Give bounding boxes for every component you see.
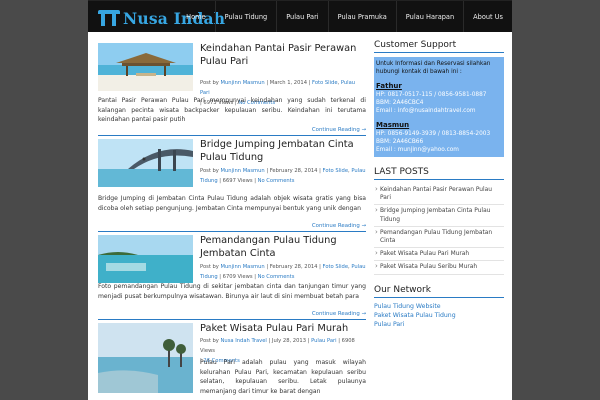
- post-meta: Post by Munjinn Masmun | February 28, 20…: [200, 168, 366, 184]
- logo-gate-icon: [98, 10, 120, 26]
- last-posts-title: LAST POSTS: [374, 167, 504, 180]
- sidebar: Customer Support Untuk Informasi dan Res…: [374, 40, 504, 329]
- post-item: Bridge Jumping Jembatan Cinta Pulau Tidu…: [98, 138, 366, 234]
- post-views: 6697 Views: [222, 178, 253, 184]
- post-excerpt: Foto pemandangan Pulau Tidung di sekitar…: [98, 283, 366, 300]
- nav-about-us[interactable]: About Us: [463, 1, 512, 33]
- nav-pulau-pari[interactable]: Pulau Pari: [276, 1, 327, 33]
- continue-reading-link[interactable]: Continue Reading →: [312, 127, 366, 133]
- post-thumbnail[interactable]: [98, 139, 193, 187]
- post-excerpt: Pulau Pari adalah pulau yang masuk wilay…: [200, 359, 366, 395]
- post-item: Paket Wisata Pulau Pari Murah Post by Nu…: [98, 322, 366, 400]
- post-comments[interactable]: No Comments: [258, 274, 295, 280]
- continue-reading-link[interactable]: Continue Reading →: [312, 311, 366, 317]
- support-intro: Untuk Informasi dan Reservasi silahkan h…: [376, 61, 491, 75]
- post-divider: [98, 319, 366, 320]
- post-item: Keindahan Pantai Pasir Perawan Pulau Par…: [98, 42, 366, 138]
- post-divider: [98, 231, 366, 232]
- contact-name: Fathur: [376, 82, 402, 90]
- last-post-link[interactable]: Bridge Jumping Jembatan Cinta Pulau Tidu…: [374, 205, 504, 227]
- post-author[interactable]: Nusa Indah Travel: [221, 338, 267, 344]
- network-links: Pulau Tidung Website Paket Wisata Pulau …: [374, 302, 504, 329]
- contact-bbm: BBM: 2A46CBC4: [376, 100, 424, 106]
- post-category[interactable]: Pulau Pari: [311, 338, 337, 344]
- contact-name: Masmun: [376, 121, 410, 129]
- main-nav: Home Pulau Tidung Pulau Pari Pulau Pramu…: [177, 1, 512, 33]
- post-thumbnail[interactable]: [98, 43, 193, 91]
- last-post-link[interactable]: Paket Wisata Pulau Pari Murah: [374, 248, 504, 262]
- nav-pulau-tidung[interactable]: Pulau Tidung: [214, 1, 277, 33]
- site-header: Nusa Indah Home Pulau Tidung Pulau Pari …: [88, 0, 512, 33]
- page-content: Keindahan Pantai Pasir Perawan Pulau Par…: [88, 32, 512, 400]
- post-item: Pemandangan Pulau Tidung Jembatan Cinta …: [98, 234, 366, 330]
- contact-email[interactable]: Email : info@nusaindahtravel.com: [376, 107, 502, 115]
- post-excerpt: Pantai Pasir Perawan Pulau Pari mempunya…: [98, 97, 366, 124]
- nav-pulau-harapan[interactable]: Pulau Harapan: [395, 1, 463, 33]
- last-post-link[interactable]: Pemandangan Pulau Tidung Jembatan Cinta: [374, 227, 504, 249]
- post-excerpt: Bridge Jumping di Jembatan Cinta Pulau T…: [98, 195, 366, 212]
- last-posts-list: Keindahan Pantai Pasir Perawan Pulau Par…: [374, 184, 504, 275]
- network-title: Our Network: [374, 285, 504, 298]
- network-link[interactable]: Pulau Tidung Website: [374, 302, 504, 311]
- post-views: 6709 Views: [222, 274, 253, 280]
- post-title[interactable]: Keindahan Pantai Pasir Perawan Pulau Par…: [200, 42, 366, 68]
- continue-reading-link[interactable]: Continue Reading →: [312, 223, 366, 229]
- post-comments[interactable]: No Comments: [258, 178, 295, 184]
- nav-pulau-pramuka[interactable]: Pulau Pramuka: [327, 1, 396, 33]
- post-date: February 28, 2014: [269, 264, 318, 270]
- support-widget-title: Customer Support: [374, 40, 504, 53]
- post-date: July 28, 2013: [271, 338, 307, 344]
- post-author[interactable]: Munjinn Masmun: [221, 80, 265, 86]
- post-title[interactable]: Bridge Jumping Jembatan Cinta Pulau Tidu…: [200, 138, 366, 164]
- post-date: March 1, 2014: [269, 80, 307, 86]
- nav-home[interactable]: Home: [177, 1, 214, 33]
- post-author[interactable]: Munjinn Masmun: [221, 264, 265, 270]
- post-title[interactable]: Pemandangan Pulau Tidung Jembatan Cinta: [200, 234, 366, 260]
- post-thumbnail[interactable]: [98, 323, 193, 393]
- network-link[interactable]: Paket Wisata Pulau Tidung: [374, 311, 504, 320]
- post-list: Keindahan Pantai Pasir Perawan Pulau Par…: [98, 42, 366, 400]
- last-post-link[interactable]: Paket Wisata Pulau Seribu Murah: [374, 261, 504, 275]
- last-post-link[interactable]: Keindahan Pantai Pasir Perawan Pulau Par…: [374, 184, 504, 206]
- contact-phone: HP: 0856-9149-3939 / 0813-8854-2003: [376, 131, 491, 137]
- network-link[interactable]: Pulau Pari: [374, 320, 504, 329]
- post-title[interactable]: Paket Wisata Pulau Pari Murah: [200, 322, 366, 335]
- contact-phone: HP: 0817-0517-115 / 0856-9581-0887: [376, 92, 487, 98]
- post-author[interactable]: Munjinn Masmun: [221, 168, 265, 174]
- post-thumbnail[interactable]: [98, 235, 193, 283]
- contact-bbm: BBM: 2A46CB66: [376, 139, 424, 145]
- post-category[interactable]: Foto Slide: [323, 264, 349, 270]
- post-category[interactable]: Foto Slide: [312, 80, 338, 86]
- post-divider: [98, 135, 366, 136]
- support-box: Untuk Informasi dan Reservasi silahkan h…: [374, 57, 504, 157]
- post-meta: Post by Munjinn Masmun | February 28, 20…: [200, 264, 366, 280]
- post-category[interactable]: Foto Slide: [323, 168, 349, 174]
- post-date: February 28, 2014: [269, 168, 318, 174]
- contact-email[interactable]: Email : munjinn@yahoo.com: [376, 146, 502, 154]
